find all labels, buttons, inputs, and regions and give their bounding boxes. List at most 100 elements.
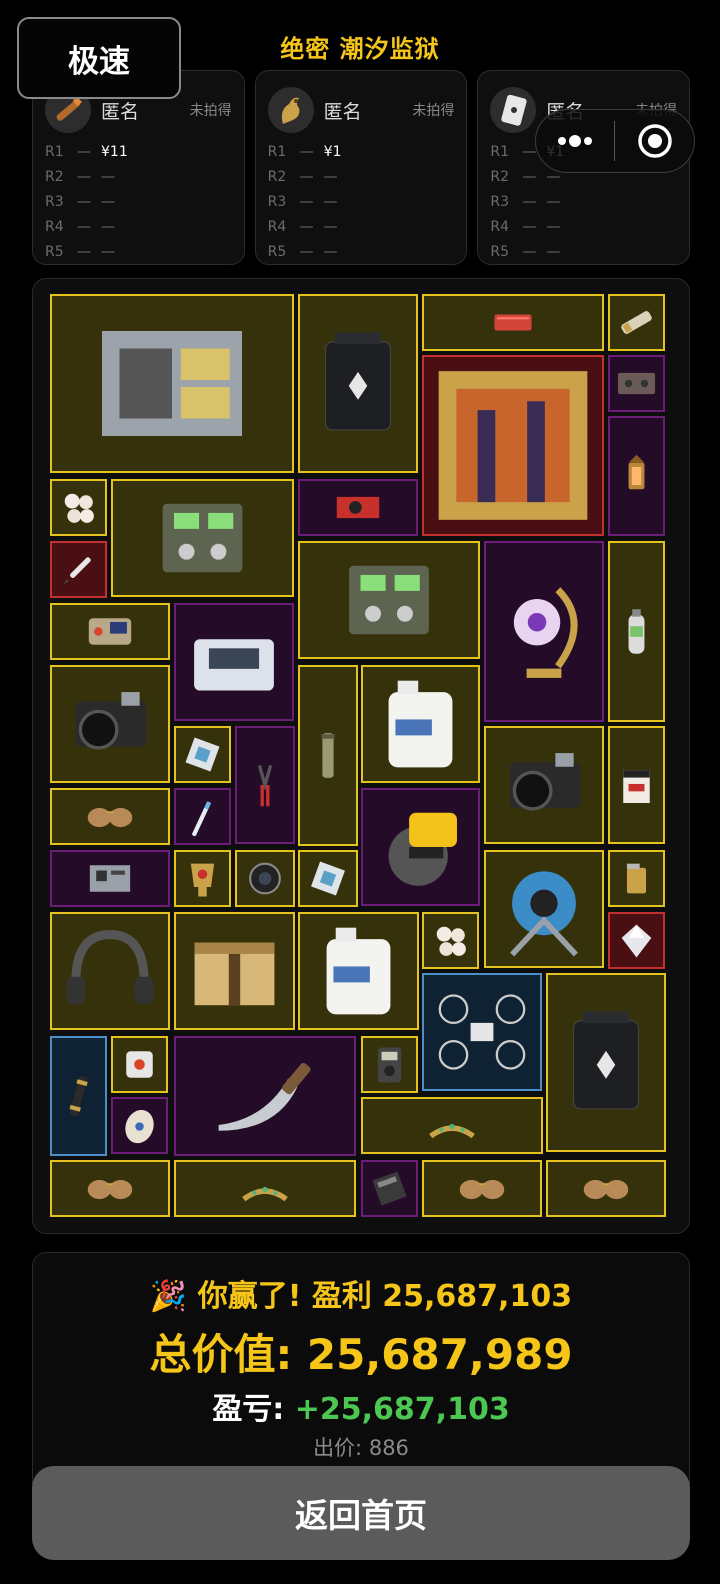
telescope-icon (52, 1038, 105, 1154)
round-row: R5— — (490, 243, 561, 260)
loot-item-sunglasses[interactable] (50, 1160, 170, 1217)
ammo-case-icon (424, 296, 602, 349)
loot-item-knife[interactable] (174, 1036, 356, 1156)
diamond-icon (610, 914, 663, 967)
loot-item-cpu-chip[interactable] (298, 850, 358, 907)
profit-loss: 盈亏: +25,687,103 (212, 1392, 510, 1427)
round-row: R4— — (267, 218, 338, 235)
lens-icon (237, 852, 293, 905)
egg-icon (113, 1099, 166, 1152)
round-row: R3— — (45, 193, 115, 210)
loot-item-sunglasses[interactable] (422, 1160, 542, 1217)
power-station-icon (300, 296, 416, 471)
power-station-icon (548, 975, 664, 1150)
loot-item-server-rack[interactable] (50, 294, 294, 473)
round-row: R3— — (490, 193, 561, 210)
loot-item-headset[interactable] (50, 912, 170, 1030)
loot-item-camera[interactable] (484, 726, 604, 844)
loot-item-supply-crate[interactable] (174, 912, 295, 1030)
cassette-icon (610, 357, 663, 410)
framed-painting-icon (424, 357, 602, 534)
round-row: R1— ¥11 (45, 143, 128, 160)
loot-item-camera[interactable] (50, 665, 170, 783)
loot-item-hard-drive[interactable] (361, 1160, 418, 1217)
loot-item-graphics-card[interactable] (298, 479, 418, 536)
record-target-icon[interactable] (615, 110, 694, 172)
sunglasses-icon (424, 1162, 540, 1215)
camera-icon (486, 728, 602, 842)
lighter-icon (610, 852, 663, 905)
jerry-can-icon (363, 667, 478, 781)
loot-item-jerry-can[interactable] (298, 912, 419, 1030)
loot-item-ammo-case[interactable] (422, 294, 604, 351)
more-dots-icon[interactable] (536, 110, 614, 172)
loot-item-telescope[interactable] (50, 1036, 107, 1156)
loot-item-field-radio[interactable] (298, 541, 480, 659)
loot-item-power-station[interactable] (546, 973, 666, 1152)
bidder-status: 未拍得 (189, 103, 232, 119)
circular-saw-icon (363, 790, 478, 904)
knife-icon (176, 1038, 354, 1154)
golden-dragon-icon (267, 87, 314, 133)
jerry-can-icon (300, 914, 417, 1028)
bid-price: 出价: 886 (313, 1436, 409, 1460)
loot-item-cable-reel[interactable] (484, 850, 604, 968)
loot-item-diamond[interactable] (608, 912, 665, 969)
field-radio-icon (113, 481, 292, 595)
loot-item-lighter[interactable] (608, 850, 665, 907)
loot-item-handheld-device[interactable] (50, 603, 170, 660)
bidder-name: 匿名 (101, 100, 140, 123)
loot-item-cpu-chip[interactable] (174, 726, 231, 783)
loot-item-cube[interactable] (111, 1036, 168, 1093)
loot-item-wire-cutter[interactable] (235, 726, 295, 844)
loot-item-lantern[interactable] (608, 416, 665, 536)
round-row: R3— — (267, 193, 338, 210)
loot-item-circuit-board[interactable] (50, 850, 170, 907)
loot-item-pearls[interactable] (50, 479, 107, 536)
total-value: 总价值: 25,687,989 (149, 1330, 573, 1379)
loot-item-moon-lamp[interactable] (484, 541, 604, 722)
loot-item-framed-painting[interactable] (422, 355, 604, 536)
loot-item-pen[interactable] (50, 541, 107, 598)
loot-item-egg[interactable] (111, 1097, 168, 1154)
loot-grid (32, 278, 690, 1234)
pearls-icon (52, 481, 105, 534)
return-home-button[interactable]: 返回首页 (32, 1466, 690, 1560)
lantern-icon (610, 418, 663, 534)
circuit-board-icon (52, 852, 168, 905)
field-radio-icon (300, 543, 478, 657)
loot-item-coffee-box[interactable] (608, 726, 665, 844)
mini-program-capsule (535, 109, 695, 173)
wire-cutter-icon (237, 728, 293, 842)
loot-item-oxygen-tank[interactable] (608, 541, 665, 722)
loot-item-toothbrush[interactable] (174, 788, 231, 845)
coffee-box-icon (610, 728, 663, 842)
loot-item-sunglasses[interactable] (546, 1160, 666, 1217)
loot-item-sunglasses[interactable] (50, 788, 170, 845)
loot-item-tiara[interactable] (361, 1097, 543, 1154)
loot-item-cassette[interactable] (608, 355, 665, 412)
round-row: R2— — (45, 168, 115, 185)
loot-item-tiara[interactable] (174, 1160, 356, 1217)
loot-item-multimeter[interactable] (361, 1036, 418, 1093)
loot-item-pearls[interactable] (422, 912, 479, 969)
bidder-card: 匿名 未拍得 R1—¥1 R2—— R3—— R4—— R5—— (254, 70, 468, 265)
loot-item-field-radio[interactable] (111, 479, 294, 597)
loot-item-scroll-tube[interactable] (298, 665, 358, 846)
camera-icon (52, 667, 168, 781)
speed-mode-button[interactable]: 极速 (17, 17, 181, 99)
loot-item-golden-cup[interactable] (174, 850, 231, 907)
loot-item-lens[interactable] (235, 850, 295, 907)
playing-card-icon (490, 87, 537, 133)
round-row: R4— — (45, 218, 115, 235)
loot-item-drone[interactable] (422, 973, 542, 1091)
round-row: R1—¥1 (267, 143, 342, 160)
supply-crate-icon (176, 914, 293, 1028)
win-banner: 🎉 你赢了! 盈利 25,687,103 (149, 1279, 573, 1314)
loot-item-capacitor[interactable] (608, 294, 665, 351)
loot-item-power-station[interactable] (298, 294, 418, 473)
loot-item-jerry-can[interactable] (361, 665, 480, 783)
round-row: R5— — (267, 243, 338, 260)
loot-item-printer[interactable] (174, 603, 294, 721)
loot-item-circular-saw[interactable] (361, 788, 480, 906)
